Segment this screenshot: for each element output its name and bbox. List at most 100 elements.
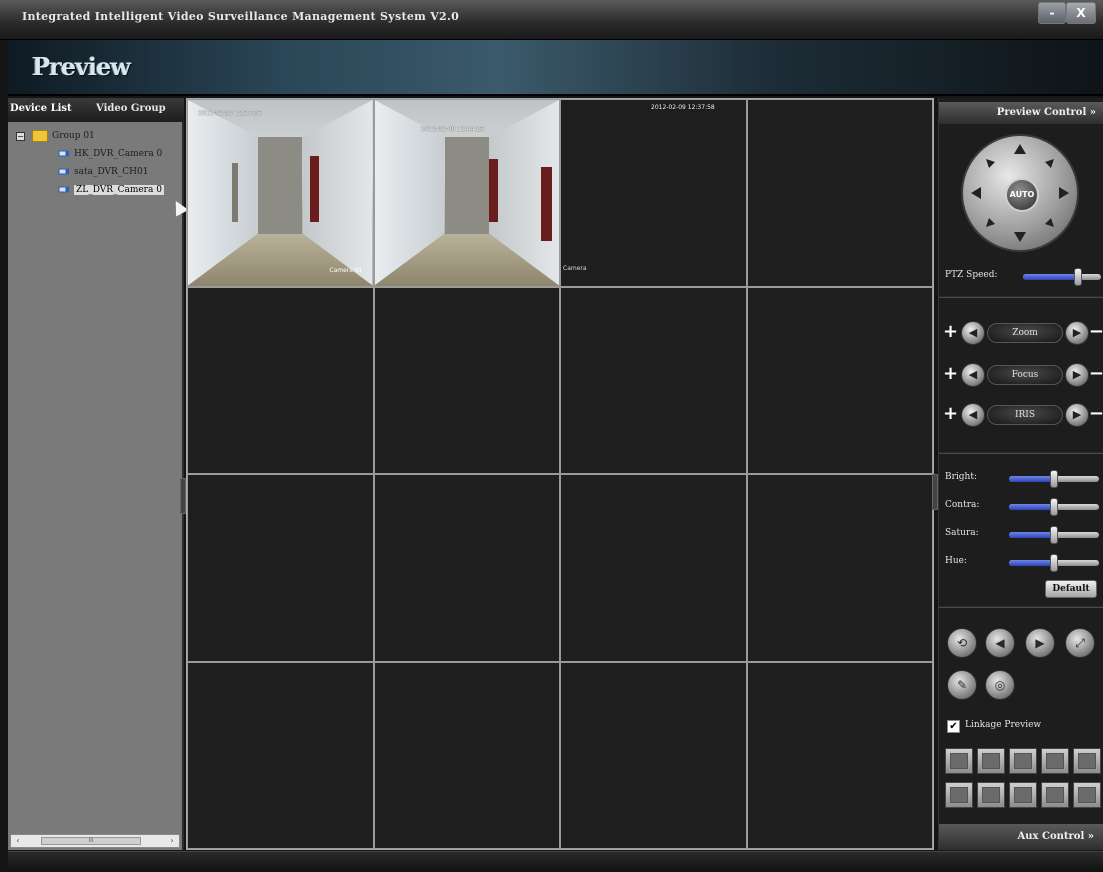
- zoom-out-button[interactable]: ▶: [1065, 321, 1089, 345]
- title-bar: Integrated Intelligent Video Surveillanc…: [0, 0, 1103, 40]
- layout-1-button[interactable]: [945, 748, 973, 774]
- tree-group-01[interactable]: − Group 01: [12, 128, 184, 146]
- video-cell-16[interactable]: [747, 662, 932, 848]
- aux-control-header[interactable]: Aux Control »: [939, 824, 1103, 850]
- zoom-control: + ◀ Zoom ▶ −: [943, 320, 1103, 346]
- video-cell-7[interactable]: [561, 287, 746, 473]
- focus-plus-icon[interactable]: +: [943, 364, 958, 384]
- focus-far-button[interactable]: ▶: [1065, 363, 1089, 387]
- preview-control-header[interactable]: Preview Control »: [939, 102, 1103, 124]
- left-tabs: Device List Video Group: [8, 98, 184, 122]
- iris-control: + ◀ IRIS ▶ −: [943, 402, 1103, 428]
- previous-button[interactable]: ◀: [985, 628, 1015, 658]
- layout-16-button[interactable]: [1009, 782, 1037, 808]
- camera-icon: [58, 150, 69, 157]
- video-cell-2[interactable]: 2012-02-09 12:44:25: [374, 100, 559, 286]
- tree-device-sata[interactable]: sata_DVR_CH01: [12, 164, 184, 182]
- video-cell-14[interactable]: [374, 662, 559, 848]
- divider: [939, 606, 1103, 608]
- layout-9-button[interactable]: [1073, 748, 1101, 774]
- video-cell-15[interactable]: [561, 662, 746, 848]
- video-cell-9[interactable]: [188, 475, 373, 661]
- ptz-auto-button[interactable]: AUTO: [1005, 178, 1039, 212]
- video-cell-8[interactable]: [747, 287, 932, 473]
- preview-control-panel: Preview Control » AUTO PTZ Speed: + ◀ Zo…: [938, 98, 1103, 850]
- video-timestamp: 2012-02-09 12:44:25: [420, 126, 485, 133]
- iris-close-button[interactable]: ▶: [1065, 403, 1089, 427]
- contrast-slider[interactable]: [1009, 498, 1099, 516]
- saturation-slider[interactable]: [1009, 526, 1099, 544]
- folder-icon: [32, 130, 48, 142]
- video-cell-10[interactable]: [374, 475, 559, 661]
- iris-open-button[interactable]: ◀: [961, 403, 985, 427]
- tab-device-list[interactable]: Device List: [10, 103, 72, 114]
- minimize-button[interactable]: -: [1038, 2, 1066, 24]
- video-cell-11[interactable]: [561, 475, 746, 661]
- camera-icon: [58, 186, 69, 193]
- tree-device-hk[interactable]: HK_DVR_Camera 0: [12, 146, 184, 164]
- video-timestamp: 2012-02-09 12:37:05: [198, 110, 262, 117]
- tree-device-zl[interactable]: ZL_DVR_Camera 0: [12, 182, 184, 200]
- ptz-speed-slider[interactable]: [1023, 268, 1101, 286]
- zoom-in-button[interactable]: ◀: [961, 321, 985, 345]
- divider: [939, 296, 1103, 298]
- app-window: Integrated Intelligent Video Surveillanc…: [0, 0, 1103, 872]
- iris-plus-icon[interactable]: +: [943, 404, 958, 424]
- video-timestamp: 2012-02-09 12:37:58: [651, 104, 715, 111]
- ptz-direction-pad[interactable]: AUTO: [961, 134, 1079, 252]
- video-cell-13[interactable]: [188, 662, 373, 848]
- zoom-minus-icon[interactable]: −: [1089, 322, 1103, 342]
- iris-minus-icon[interactable]: −: [1089, 404, 1103, 424]
- video-camera-label: Camera 01: [329, 266, 363, 274]
- fullscreen-button[interactable]: ⤢: [1065, 628, 1095, 658]
- settings-button[interactable]: ◎: [985, 670, 1015, 700]
- layout-6-button[interactable]: [1009, 748, 1037, 774]
- tree-device-label: ZL_DVR_Camera 0: [74, 185, 164, 195]
- layout-4-button[interactable]: [977, 748, 1005, 774]
- next-button[interactable]: ▶: [1025, 628, 1055, 658]
- video-cell-5[interactable]: [188, 287, 373, 473]
- video-cell-4[interactable]: [747, 100, 932, 286]
- scroll-thumb[interactable]: III: [41, 837, 141, 845]
- record-button[interactable]: ⟲: [947, 628, 977, 658]
- video-camera-label: Camera: [563, 264, 587, 272]
- saturation-label: Satura:: [945, 528, 979, 538]
- contrast-label: Contra:: [945, 500, 980, 510]
- brightness-label: Bright:: [945, 472, 978, 482]
- video-cell-6[interactable]: [374, 287, 559, 473]
- video-grid: 2012-02-09 12:37:05 Camera 01 2012-02-09…: [186, 98, 934, 850]
- hue-slider[interactable]: [1009, 554, 1099, 572]
- tree-device-label: HK_DVR_Camera 0: [74, 149, 163, 159]
- linkage-preview-checkbox[interactable]: ✔: [947, 720, 960, 733]
- video-cell-3[interactable]: 2012-02-09 12:37:58 Camera: [561, 100, 746, 286]
- video-cell-12[interactable]: [747, 475, 932, 661]
- scroll-left-icon[interactable]: ‹: [12, 836, 24, 846]
- tree-device-label: sata_DVR_CH01: [74, 167, 149, 177]
- focus-label: Focus: [987, 365, 1063, 385]
- layout-8-button[interactable]: [1041, 748, 1069, 774]
- layout-fullscreen-button[interactable]: [1073, 782, 1101, 808]
- horizontal-scrollbar[interactable]: ‹ III ›: [10, 834, 180, 848]
- snapshot-button[interactable]: ✎: [947, 670, 977, 700]
- video-cell-1[interactable]: 2012-02-09 12:37:05 Camera 01: [188, 100, 373, 286]
- zoom-plus-icon[interactable]: +: [943, 322, 958, 342]
- ptz-speed-label: PTZ Speed:: [945, 270, 998, 280]
- layout-13-button[interactable]: [977, 782, 1005, 808]
- divider: [939, 452, 1103, 454]
- focus-near-button[interactable]: ◀: [961, 363, 985, 387]
- close-button[interactable]: X: [1066, 2, 1096, 24]
- layout-10-button[interactable]: [945, 782, 973, 808]
- default-button[interactable]: Default: [1045, 580, 1097, 598]
- focus-minus-icon[interactable]: −: [1089, 364, 1103, 384]
- layout-custom-button[interactable]: [1041, 782, 1069, 808]
- scroll-right-icon[interactable]: ›: [166, 836, 178, 846]
- tab-video-group[interactable]: Video Group: [96, 103, 166, 114]
- page-title: Preview: [32, 52, 131, 81]
- status-bar: [8, 851, 1103, 872]
- brightness-slider[interactable]: [1009, 470, 1099, 488]
- hue-label: Hue:: [945, 556, 968, 566]
- focus-control: + ◀ Focus ▶ −: [943, 362, 1103, 388]
- window-title: Integrated Intelligent Video Surveillanc…: [22, 10, 460, 23]
- collapse-icon[interactable]: −: [16, 132, 25, 141]
- camera-feed-image: [188, 100, 373, 286]
